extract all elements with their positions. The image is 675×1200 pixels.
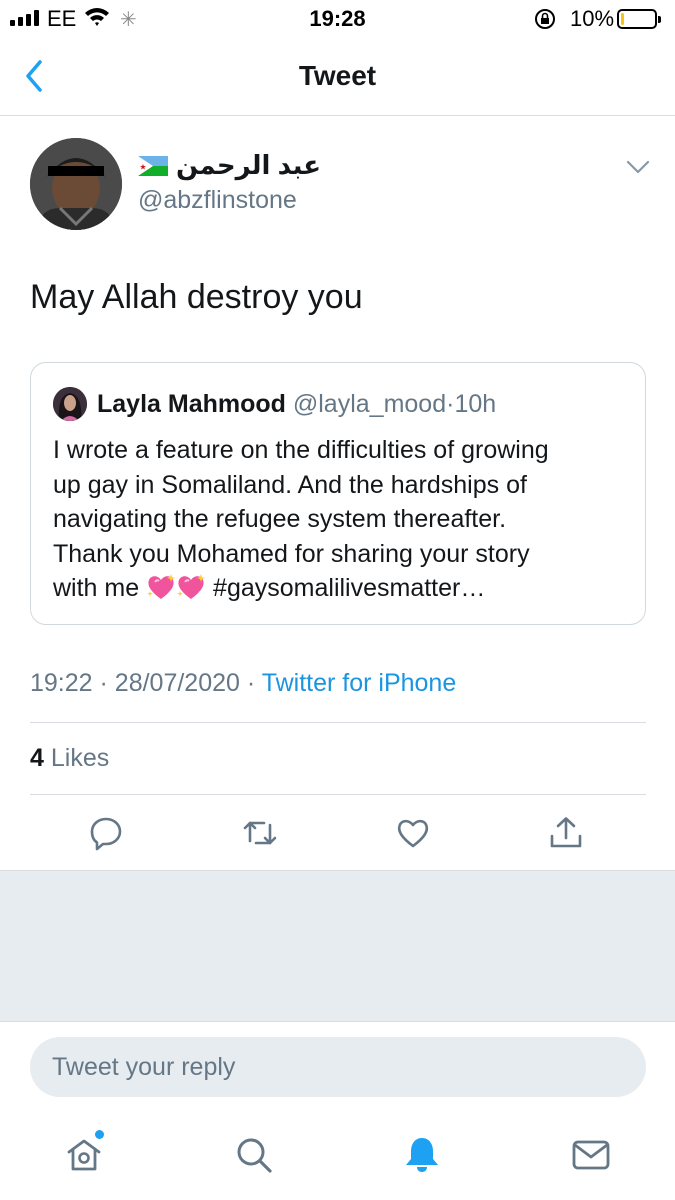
- hashtag-link[interactable]: #gaysomalilivesmatter…: [213, 574, 485, 602]
- battery-icon: [617, 9, 661, 29]
- chevron-down-icon[interactable]: [625, 158, 651, 176]
- quoted-author-handle: @layla_mood: [292, 390, 447, 418]
- sparkling-heart-icon: [147, 574, 176, 599]
- meta-separator: ·: [99, 669, 108, 697]
- battery-level-fill: [621, 13, 624, 25]
- battery-percent: 10%: [570, 6, 615, 31]
- djibouti-flag-icon: [138, 155, 168, 176]
- navigation-bar: Tweet: [0, 40, 675, 116]
- quoted-author-name: Layla Mahmood: [97, 390, 286, 418]
- rotation-lock-icon: [535, 9, 555, 29]
- quoted-text-line: up gay in Somaliland. And the hardships …: [53, 470, 527, 499]
- author-avatar[interactable]: [30, 138, 122, 230]
- quoted-text-last-line: with me #gaysomalilivesmatter…: [53, 571, 633, 606]
- search-icon[interactable]: [234, 1135, 274, 1175]
- quoted-text-line: navigating the refugee system thereafter…: [53, 505, 507, 533]
- reply-icon[interactable]: [88, 815, 124, 851]
- display-name-row[interactable]: عبد الرحمن: [138, 150, 321, 181]
- quoted-text-prefix: with me: [53, 574, 140, 602]
- messages-icon[interactable]: [571, 1135, 611, 1175]
- author-handle[interactable]: @abzflinstone: [138, 186, 297, 215]
- reply-input[interactable]: Tweet your reply: [30, 1037, 646, 1097]
- like-icon[interactable]: [395, 815, 431, 851]
- tweet-source-link[interactable]: Twitter for iPhone: [262, 669, 457, 697]
- page-title: Tweet: [298, 60, 377, 91]
- retweet-icon[interactable]: [242, 815, 278, 851]
- tweet-time: 19:22: [30, 669, 93, 697]
- quoted-text-line: Thank you Mohamed for sharing your story: [53, 539, 530, 568]
- sparkling-heart-icon: [177, 574, 206, 599]
- home-new-content-dot: [95, 1130, 104, 1139]
- quoted-tweet-text: I wrote a feature on the difficulties of…: [53, 433, 633, 606]
- notifications-icon[interactable]: [402, 1135, 442, 1175]
- divider: [30, 722, 646, 723]
- quoted-tweet-card[interactable]: Layla Mahmood @layla_mood·10h I wrote a …: [30, 362, 646, 625]
- divider: [30, 794, 646, 795]
- tweet-date: 28/07/2020: [114, 669, 240, 697]
- likes-summary[interactable]: 4 Likes: [30, 744, 109, 773]
- status-bar: EE ✳ 19:28 10%: [0, 0, 675, 40]
- share-icon[interactable]: [548, 815, 584, 851]
- meta-separator: ·: [246, 669, 256, 697]
- quoted-text-line: I wrote a feature on the difficulties of…: [53, 436, 549, 464]
- tweet-text: May Allah destroy you: [30, 278, 363, 316]
- author-display-name: عبد الرحمن: [176, 150, 322, 180]
- home-icon[interactable]: [64, 1135, 104, 1175]
- replies-area: [0, 870, 675, 1022]
- likes-label: Likes: [50, 744, 110, 772]
- quoted-author-avatar: [53, 387, 87, 421]
- quoted-tweet-header: Layla Mahmood @layla_mood·10h: [97, 390, 496, 419]
- quoted-tweet-age: 10h: [454, 390, 497, 418]
- tweet-meta: 19:22 · 28/07/2020 · Twitter for iPhone: [30, 669, 456, 698]
- reply-placeholder: Tweet your reply: [52, 1053, 236, 1081]
- likes-count: 4: [30, 744, 44, 772]
